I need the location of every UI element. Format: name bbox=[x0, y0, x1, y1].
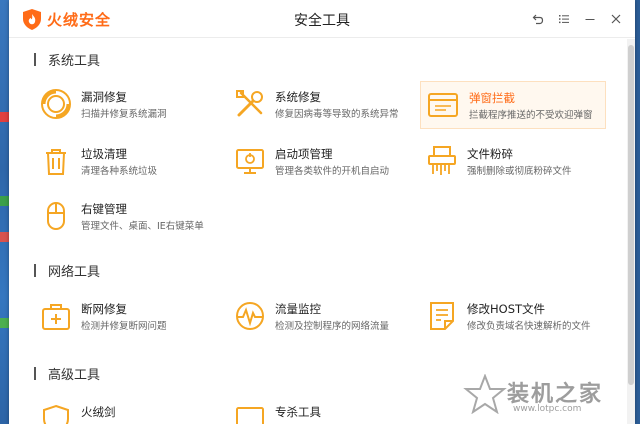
scrollbar-track[interactable] bbox=[627, 39, 635, 424]
star-logo-icon bbox=[463, 374, 507, 414]
tool-name: 漏洞修复 bbox=[81, 90, 127, 104]
shield-icon bbox=[43, 404, 69, 424]
shield-scan-icon bbox=[41, 89, 71, 119]
section-marker bbox=[34, 52, 36, 66]
tool-name: 垃圾清理 bbox=[81, 147, 127, 161]
tool-description: 清理各种系统垃圾 bbox=[81, 166, 158, 177]
section-label: 高级工具 bbox=[48, 367, 101, 383]
scrollbar-thumb[interactable] bbox=[628, 45, 634, 385]
tool-context-menu-manager[interactable]: 右键管理 管理文件、桌面、IE右键菜单 bbox=[39, 196, 225, 238]
tool-file-shredder[interactable]: 文件粉碎 强制删除或彻底粉碎文件 bbox=[425, 141, 611, 183]
tool-description: 扫描并修复系统漏洞 bbox=[81, 109, 167, 120]
section-system-tools: 系统工具 bbox=[34, 51, 101, 69]
tool-network-repair[interactable]: 断网修复 检测并修复断网问题 bbox=[39, 296, 225, 338]
tool-description: 管理文件、桌面、IE右键菜单 bbox=[81, 221, 204, 232]
minimize-icon bbox=[585, 19, 595, 20]
back-button[interactable] bbox=[527, 8, 549, 30]
tool-description: 修复因病毒等导致的系统异常 bbox=[275, 109, 399, 120]
tool-dedicated-killer[interactable]: 专杀工具 bbox=[233, 399, 419, 424]
desktop-icon-fragment bbox=[0, 232, 9, 242]
popup-window-icon bbox=[428, 93, 458, 117]
watermark-url: www.lotpc.com bbox=[513, 404, 582, 414]
tool-junk-cleanup[interactable]: 垃圾清理 清理各种系统垃圾 bbox=[39, 141, 225, 183]
tool-huorong-sword[interactable]: 火绒剑 bbox=[39, 399, 225, 424]
tool-name: 右键管理 bbox=[81, 202, 127, 216]
desktop-icon-fragment bbox=[0, 318, 9, 328]
title-bar[interactable]: 火绒安全 安全工具 bbox=[9, 0, 635, 38]
tool-name: 系统修复 bbox=[275, 90, 321, 104]
close-button[interactable] bbox=[605, 8, 627, 30]
trash-icon bbox=[46, 149, 66, 175]
section-label: 系统工具 bbox=[48, 53, 101, 69]
shredder-icon bbox=[428, 146, 456, 175]
desktop-icon-fragment bbox=[0, 112, 9, 122]
section-label: 网络工具 bbox=[48, 264, 101, 280]
tool-description: 检测及控制程序的网络流量 bbox=[275, 321, 390, 332]
tool-description: 拦截程序推送的不受欢迎弹窗 bbox=[469, 110, 593, 121]
mouse-icon bbox=[47, 202, 65, 230]
tool-description: 检测并修复断网问题 bbox=[81, 321, 167, 332]
tool-name: 修改HOST文件 bbox=[467, 302, 546, 316]
tool-startup-manager[interactable]: 启动项管理 管理各类软件的开机自启动 bbox=[233, 141, 419, 183]
monitor-icon bbox=[236, 407, 264, 424]
tool-description: 修改负责域名快速解析的文件 bbox=[467, 321, 591, 332]
tool-vulnerability-repair[interactable]: 漏洞修复 扫描并修复系统漏洞 bbox=[39, 84, 225, 126]
tool-name: 启动项管理 bbox=[275, 147, 333, 161]
section-advanced-tools: 高级工具 bbox=[34, 365, 101, 383]
tool-name: 专杀工具 bbox=[275, 405, 321, 419]
section-network-tools: 网络工具 bbox=[34, 262, 101, 280]
tool-name: 文件粉碎 bbox=[467, 147, 513, 161]
desktop-icon-fragment bbox=[0, 196, 9, 206]
tools-content: 系统工具 漏洞修复 扫描并修复系统漏洞 系统修复 修复因病毒等导致的系统异常 弹… bbox=[9, 39, 635, 424]
tool-system-repair[interactable]: 系统修复 修复因病毒等导致的系统异常 bbox=[233, 84, 419, 126]
tool-popup-blocker[interactable]: 弹窗拦截 拦截程序推送的不受欢迎弹窗 bbox=[420, 81, 606, 129]
watermark: 装机之家 www.lotpc.com bbox=[463, 374, 623, 418]
tool-name: 火绒剑 bbox=[81, 405, 116, 419]
tool-name: 断网修复 bbox=[81, 302, 127, 316]
section-marker bbox=[34, 263, 36, 277]
back-icon bbox=[532, 14, 544, 25]
menu-button[interactable] bbox=[553, 8, 575, 30]
close-icon bbox=[611, 14, 621, 24]
menu-icon bbox=[559, 15, 569, 24]
host-file-icon bbox=[430, 302, 454, 330]
tool-name: 流量监控 bbox=[275, 302, 321, 316]
tool-edit-host-file[interactable]: 修改HOST文件 修改负责域名快速解析的文件 bbox=[425, 296, 611, 338]
first-aid-icon bbox=[42, 304, 70, 330]
tool-traffic-monitor[interactable]: 流量监控 检测及控制程序的网络流量 bbox=[233, 296, 419, 338]
traffic-monitor-icon bbox=[236, 302, 264, 330]
security-tools-window: 火绒安全 安全工具 系统工具 漏洞修复 扫描并修复系统漏洞 系统修复 修复因病毒… bbox=[9, 0, 635, 424]
tool-name: 弹窗拦截 bbox=[469, 91, 515, 105]
tool-description: 强制删除或彻底粉碎文件 bbox=[467, 166, 572, 177]
minimize-button[interactable] bbox=[579, 8, 601, 30]
tool-description: 管理各类软件的开机自启动 bbox=[275, 166, 390, 177]
window-controls bbox=[527, 8, 627, 30]
section-marker bbox=[34, 366, 36, 380]
wrench-icon bbox=[236, 90, 263, 117]
monitor-startup-icon bbox=[236, 149, 264, 174]
